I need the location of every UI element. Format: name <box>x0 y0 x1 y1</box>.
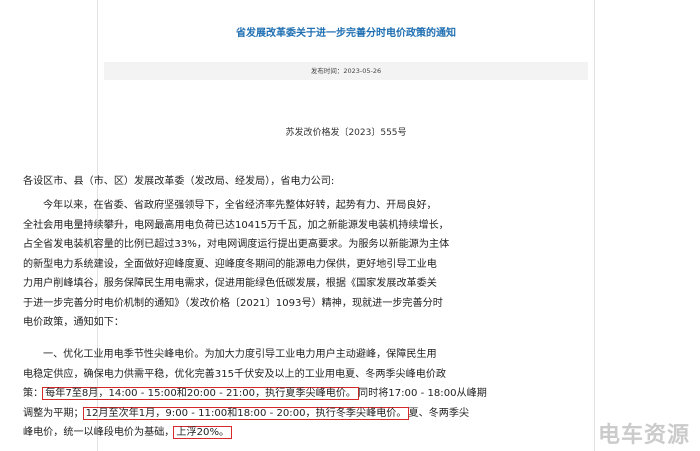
text-segment: 同时将17:00 - 18:00从峰期 <box>358 388 487 399</box>
paragraph-line: 策： 每年7至8月，14:00 - 15:00和20:00 - 21:00，执行夏… <box>23 384 489 404</box>
paragraph-line: 今年以来，在省委、省政府坚强领导下，全省经济率先整体好转，起势有力、开局良好， <box>43 200 437 211</box>
paragraph-line: 于进一步完善分时电价机制的通知》（发改价格〔2021〕1093号）精神，现就进一… <box>23 297 443 309</box>
rate-increase-highlight: 上浮20%。 <box>173 426 233 439</box>
text-segment: 调整为平期； <box>23 407 84 419</box>
paragraph-line: 的新型电力系统建设，全面做好迎峰度夏、迎峰度冬期间的能源电力保供，更好地引导工业… <box>23 258 437 270</box>
winter-peak-highlight: 12月至次年1月，9:00 - 11:00和18:00 - 20:00，执行冬季… <box>82 406 410 420</box>
publish-time: 发布时间：2023-05-26 <box>104 62 588 80</box>
text-segment: 峰电价，统一以峰段电价为基础， <box>23 427 175 438</box>
notice-title: 省发展改革委关于进一步完善分时电价政策的通知 <box>236 28 456 39</box>
salutation-line: 各设区市、县（市、区）发展改革委（发改局、经发局），省电力公司: <box>23 176 335 187</box>
paragraph-2: 一、优化工业用电季节性尖峰电价。为加大力度引导工业电力用户主动避峰，保障民生用 … <box>23 345 489 443</box>
text-segment: 策： <box>23 388 44 399</box>
paragraph-line: 占全省发电装机容量的比例已超过33%，对电网调度运行提出更高要求。为服务以新能源… <box>23 239 450 250</box>
paragraph-line: 峰电价，统一以峰段电价为基础， 上浮20%。 <box>23 423 489 443</box>
paragraph-line: 电价政策，通知如下： <box>23 317 124 328</box>
summer-peak-highlight: 每年7至8月，14:00 - 15:00和20:00 - 21:00，执行夏季尖… <box>42 387 360 400</box>
paragraph-line: 全社会用电量持续攀升，电网最高用电负荷已达10415万千瓦，加之新能源发电装机持… <box>23 219 449 231</box>
text-segment: 夏、冬两季尖 <box>408 407 470 419</box>
paragraph-1: 今年以来，在省委、省政府坚强领导下，全省经济率先整体好转，起势有力、开局良好， … <box>23 196 489 333</box>
salutation: 各设区市、县（市、区）发展改革委（发改局、经发局），省电力公司: <box>23 172 489 192</box>
paragraph-line: 力用户削峰填谷，服务保障民生用电需求，促进用能绿色低碳发展，根据《国家发展改革委… <box>23 278 437 289</box>
paragraph-line: 调整为平期； 12月至次年1月，9:00 - 11:00和18:00 - 20:0… <box>23 404 489 424</box>
watermark-logo: 电车资源 <box>597 423 690 448</box>
paragraph-line: 一、优化工业用电季节性尖峰电价。为加大力度引导工业电力用户主动避峰，保障民生用 <box>43 349 437 360</box>
document-number: 苏发改价格发〔2023〕555号 <box>285 128 407 138</box>
paragraph-line: 电稳定供应，确保电力供需平稳，优化完善315千伏安及以上的工业用电夏、冬两季尖峰… <box>23 368 447 380</box>
